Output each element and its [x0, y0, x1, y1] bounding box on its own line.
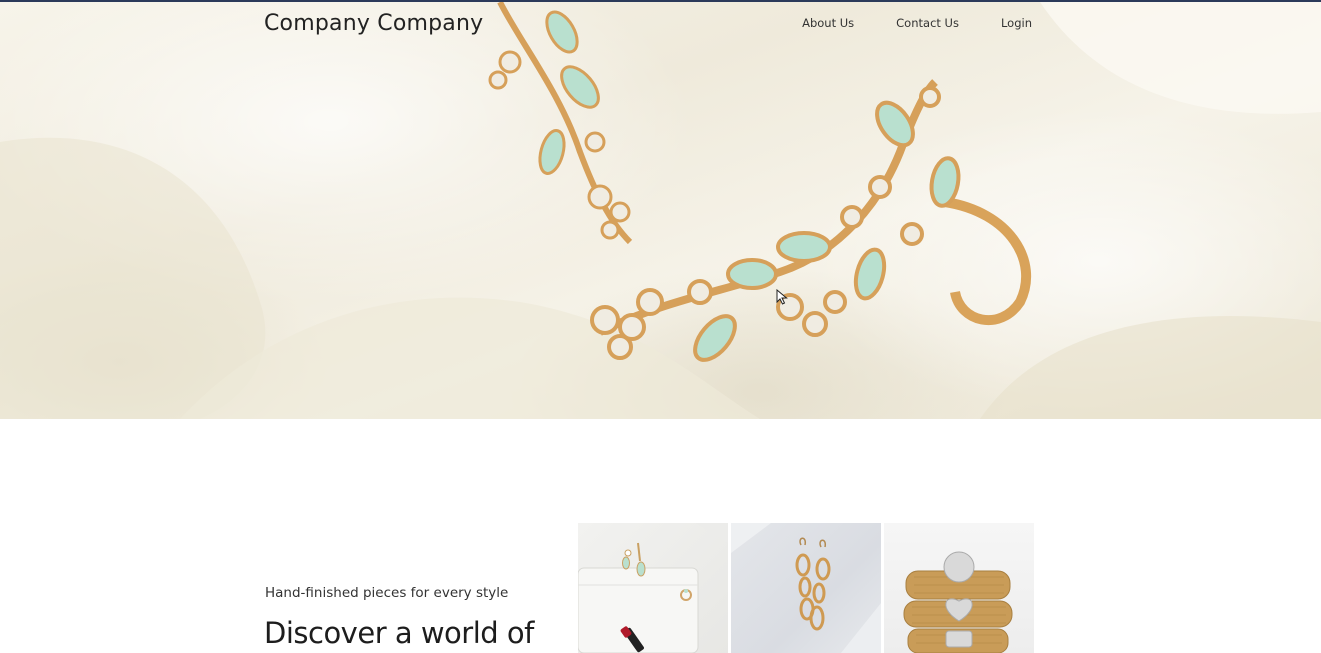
intro-tagline: Hand-finished pieces for every style [265, 585, 509, 601]
gallery-tile-pouch[interactable] [578, 523, 728, 653]
brand-logo[interactable]: Company Company [264, 11, 483, 36]
gallery-tile-earrings[interactable] [731, 523, 881, 653]
nav-contact-us[interactable]: Contact Us [896, 16, 959, 30]
nav-login[interactable]: Login [1001, 16, 1032, 30]
hero-earrings-illustration [0, 2, 1321, 419]
hero-image [0, 2, 1321, 419]
intro-section: Hand-finished pieces for every style Dis… [0, 419, 1321, 653]
product-gallery [578, 523, 1034, 653]
main-nav: About Us Contact Us Login [802, 16, 1032, 30]
top-accent-bar [0, 0, 1321, 2]
loop-earrings-image [731, 523, 881, 653]
gallery-tile-rings[interactable] [884, 523, 1034, 653]
mouse-pointer-icon [776, 289, 788, 305]
pouch-image [578, 523, 728, 653]
site-header: Company Company About Us Contact Us Logi… [0, 2, 1321, 46]
intro-headline: Discover a world of [264, 616, 534, 650]
nav-about-us[interactable]: About Us [802, 16, 854, 30]
stacked-rings-image [903, 551, 1013, 653]
